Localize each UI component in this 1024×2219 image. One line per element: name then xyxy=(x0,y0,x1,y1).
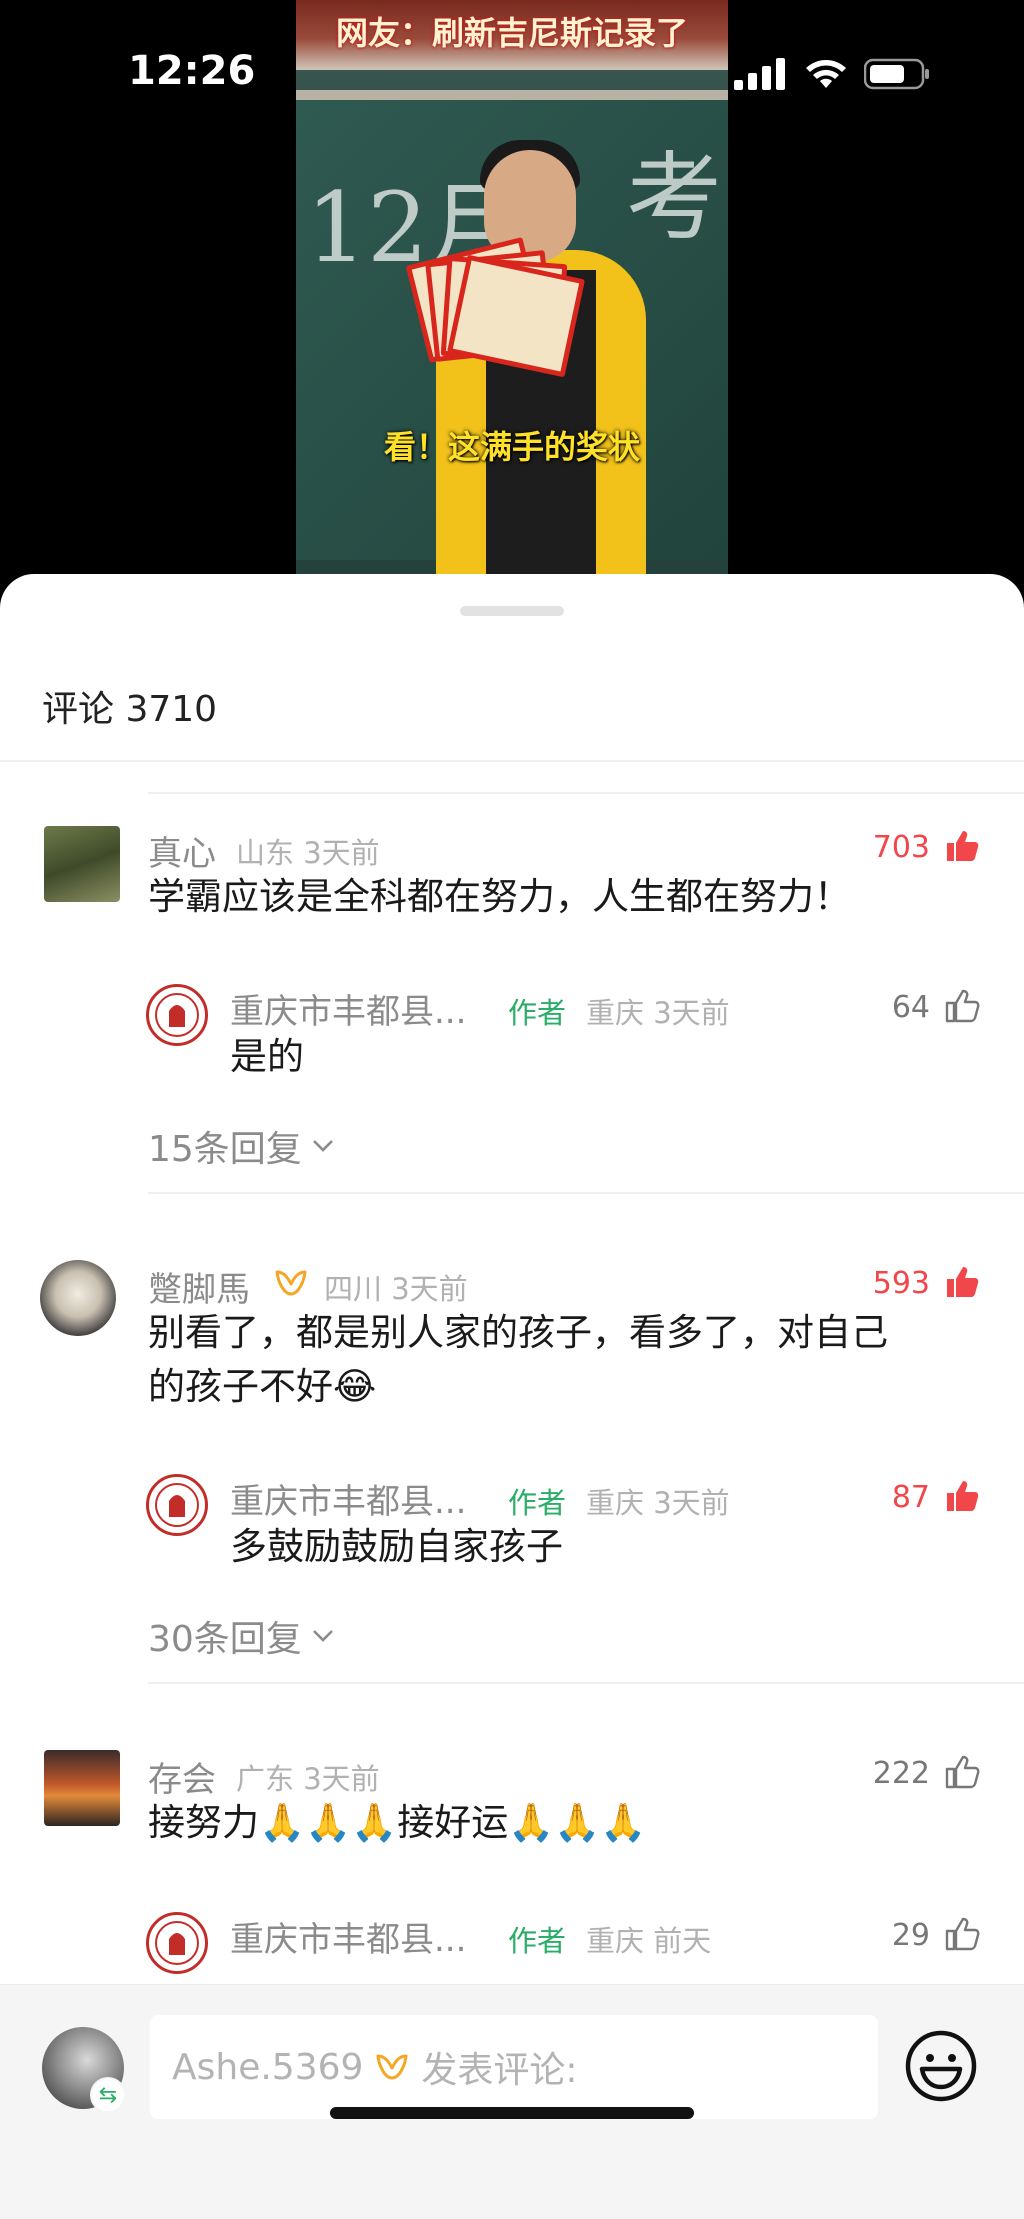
comment-placeholder: 发表评论: xyxy=(421,2050,578,2091)
author-tag: 作者 xyxy=(508,1486,567,1520)
comment-time: 3天前 xyxy=(303,836,380,870)
my-username: Ashe.5369 xyxy=(172,2046,364,2088)
author-avatar[interactable] xyxy=(146,1474,208,1536)
like-count: 87 xyxy=(891,1480,930,1515)
switch-account-icon[interactable]: ⇆ xyxy=(90,2077,126,2113)
comment-input[interactable]: Ashe.5369 发表评论: xyxy=(150,2015,878,2119)
video-caption-bottom: 看！这满手的奖状 xyxy=(383,428,640,466)
more-replies-label: 15条回复 xyxy=(148,1129,302,1170)
thumb-up-icon[interactable] xyxy=(944,988,980,1024)
expand-replies-button[interactable]: 30条回复 xyxy=(148,1610,334,1662)
reply-text: 是的 xyxy=(230,1035,304,1078)
chevron-down-icon xyxy=(312,1140,333,1152)
comment-meta: 四川 3天前 xyxy=(324,1266,468,1308)
vip-icon xyxy=(376,2054,408,2080)
comment-location: 山东 xyxy=(236,836,295,870)
student-figure xyxy=(405,140,646,590)
home-indicator[interactable] xyxy=(330,2107,694,2119)
author-tag: 作者 xyxy=(508,1924,567,1958)
like-count: 64 xyxy=(891,990,930,1025)
avatar[interactable] xyxy=(44,826,120,902)
reply-username[interactable]: 重庆市丰都县... xyxy=(230,1474,466,1523)
more-replies-label: 30条回复 xyxy=(148,1619,302,1660)
comment-username[interactable]: 真心 xyxy=(148,826,216,875)
status-icons xyxy=(734,56,930,92)
avatar[interactable] xyxy=(40,1260,116,1336)
comments-sheet: 评论 3710 真心 山东 3天前 703 学霸应该是全科都在努力，人生都在努力… xyxy=(0,574,1024,2219)
comments-count-title: 评论 3710 xyxy=(42,689,218,730)
reply-username[interactable]: 重庆市丰都县... xyxy=(230,1912,466,1961)
reply-meta: 重庆 3天前 xyxy=(586,990,730,1032)
comment-location: 四川 xyxy=(324,1272,383,1306)
comment-location: 广东 xyxy=(236,1762,295,1796)
comment-meta: 山东 3天前 xyxy=(236,830,380,872)
reply-location: 重庆 xyxy=(586,1924,645,1958)
chevron-down-icon xyxy=(312,1630,333,1642)
reply-text: 多鼓励鼓励自家孩子 xyxy=(230,1525,563,1568)
comment-text-line-2: 的孩子不好😂 xyxy=(148,1365,377,1408)
school-seal-icon xyxy=(155,1921,199,1965)
comment-meta: 广东 3天前 xyxy=(236,1756,380,1798)
divider xyxy=(148,1682,1024,1684)
author-tag: 作者 xyxy=(508,996,567,1030)
author-avatar[interactable] xyxy=(146,984,208,1046)
vip-icon xyxy=(275,1270,307,1296)
thumb-up-icon[interactable] xyxy=(944,1478,980,1514)
divider xyxy=(148,1192,1024,1194)
video-frame[interactable]: 12月 考 网友：刷新吉尼斯记录了 看！这满手的奖状 xyxy=(296,0,728,590)
thumb-up-icon[interactable] xyxy=(944,1916,980,1952)
emoji-icon[interactable] xyxy=(904,2029,978,2103)
thumb-up-icon[interactable] xyxy=(944,1264,980,1300)
reply-location: 重庆 xyxy=(586,996,645,1030)
reply-username[interactable]: 重庆市丰都县... xyxy=(230,984,466,1033)
comment-username[interactable]: 蹩脚馬 xyxy=(148,1262,250,1311)
divider xyxy=(148,792,1024,794)
reply-time: 3天前 xyxy=(653,1486,730,1520)
reply-location: 重庆 xyxy=(586,1486,645,1520)
reply-meta: 重庆 3天前 xyxy=(586,1480,730,1522)
comment-input-bar: ⇆ Ashe.5369 发表评论: xyxy=(0,1984,1024,2219)
sheet-drag-handle[interactable] xyxy=(460,606,564,616)
author-avatar[interactable] xyxy=(146,1912,208,1974)
expand-replies-button[interactable]: 15条回复 xyxy=(148,1120,334,1172)
signal-icon xyxy=(734,58,785,90)
comment-text-line-1: 别看了，都是别人家的孩子，看多了，对自己 xyxy=(148,1311,888,1354)
thumb-up-icon[interactable] xyxy=(944,1754,980,1790)
status-time: 12:26 xyxy=(128,48,256,94)
comment-time: 3天前 xyxy=(391,1272,468,1306)
comment-username[interactable]: 存会 xyxy=(148,1752,216,1801)
like-count: 222 xyxy=(872,1756,930,1791)
thumb-up-icon[interactable] xyxy=(944,828,980,864)
certificates xyxy=(405,236,586,378)
like-count: 593 xyxy=(872,1266,930,1301)
comments-list[interactable]: 真心 山东 3天前 703 学霸应该是全科都在努力，人生都在努力！ 重庆市丰都县… xyxy=(0,762,1024,1984)
wifi-icon xyxy=(806,60,846,88)
battery-icon xyxy=(864,58,929,90)
comment-text: 学霸应该是全科都在努力，人生都在努力！ xyxy=(148,875,851,918)
comment-text: 接努力🙏🙏🙏接好运🙏🙏🙏 xyxy=(148,1801,647,1844)
reply-time: 前天 xyxy=(653,1924,712,1958)
school-seal-icon xyxy=(155,1483,199,1527)
reply-meta: 重庆 前天 xyxy=(586,1918,711,1960)
reply-time: 3天前 xyxy=(653,996,730,1030)
comment-time: 3天前 xyxy=(303,1762,380,1796)
like-count: 29 xyxy=(891,1918,930,1953)
avatar[interactable] xyxy=(44,1750,120,1826)
like-count: 703 xyxy=(872,830,930,865)
school-seal-icon xyxy=(155,993,199,1037)
video-caption-top: 网友：刷新吉尼斯记录了 xyxy=(335,14,688,52)
